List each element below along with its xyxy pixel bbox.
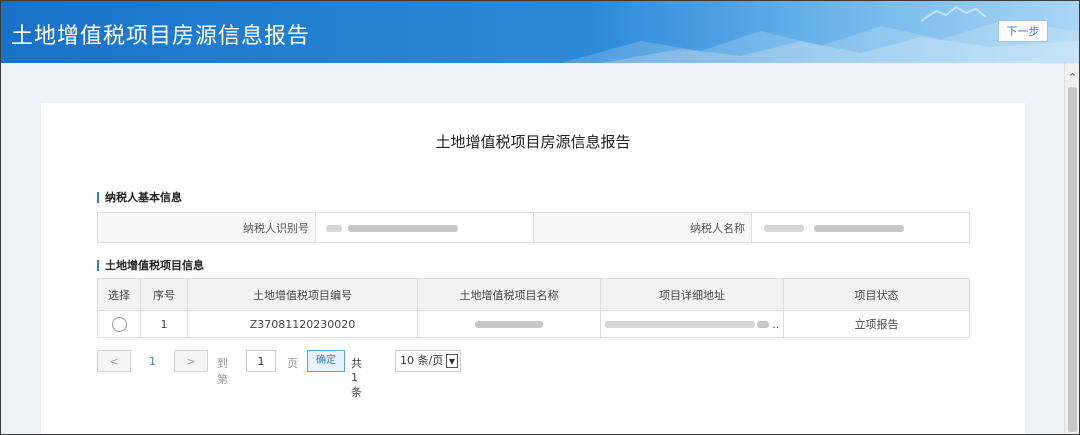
- taxpayer-id-value: [315, 212, 534, 243]
- project-address: ..: [600, 310, 784, 338]
- project-table: 选择 序号 土地增值税项目编号 土地增值税项目名称 项目详细地址 项目状态 1 …: [97, 278, 970, 338]
- vertical-scrollbar[interactable]: ⌃: [1064, 63, 1079, 434]
- column-header: 项目详细地址: [600, 278, 784, 311]
- row-radio[interactable]: [111, 316, 127, 332]
- page-size-select[interactable]: 10 条/页 ▼: [395, 350, 461, 372]
- table-header-row: 选择 序号 土地增值税项目编号 土地增值税项目名称 项目详细地址 项目状态: [97, 278, 970, 311]
- page-size-value: 10 条/页: [400, 354, 444, 367]
- chevron-down-icon[interactable]: ▼: [446, 354, 458, 368]
- prev-page-button[interactable]: <: [97, 350, 131, 372]
- row-index: 1: [140, 310, 188, 338]
- column-header: 土地增值税项目编号: [187, 278, 418, 311]
- table-row[interactable]: 1 Z37081120230020 .. 立项报告: [97, 310, 970, 338]
- report-card: 土地增值税项目房源信息报告 纳税人基本信息 纳税人识别号 纳税人名称 土地增值税…: [41, 103, 1025, 434]
- current-page[interactable]: 1: [149, 355, 156, 368]
- app-window: 土地增值税项目房源信息报告 下一步 ⌃ 土地增值税项目房源信息报告 纳税人基本信…: [0, 0, 1080, 435]
- taxpayer-name-value: [751, 212, 970, 243]
- row-select-cell[interactable]: [97, 310, 141, 338]
- page-unit-label: 页: [287, 357, 298, 370]
- report-title: 土地增值税项目房源信息报告: [435, 133, 631, 151]
- total-count: 共 1 条: [351, 357, 362, 399]
- chevron-up-icon[interactable]: ⌃: [1065, 71, 1079, 84]
- project-status: 立项报告: [783, 310, 970, 338]
- project-section-heading: 土地增值税项目信息: [97, 260, 204, 271]
- project-name: [417, 310, 601, 338]
- taxpayer-section-heading: 纳税人基本信息: [97, 192, 182, 203]
- column-header: 项目状态: [783, 278, 970, 311]
- confirm-button[interactable]: 确定: [307, 350, 345, 372]
- column-header: 土地增值税项目名称: [417, 278, 601, 311]
- scrollbar-thumb[interactable]: [1068, 87, 1077, 432]
- column-header: 选择: [97, 278, 141, 311]
- goto-label: 到第: [217, 357, 228, 386]
- header-banner: 土地增值税项目房源信息报告 下一步: [1, 1, 1079, 63]
- taxpayer-info-table: 纳税人识别号 纳税人名称: [97, 212, 970, 243]
- taxpayer-id-label: 纳税人识别号: [97, 212, 316, 243]
- taxpayer-name-label: 纳税人名称: [533, 212, 752, 243]
- address-ellipsis: ..: [772, 317, 780, 331]
- next-step-button[interactable]: 下一步: [998, 20, 1048, 42]
- column-header: 序号: [140, 278, 188, 311]
- goto-page-input[interactable]: 1: [246, 350, 276, 372]
- next-page-button[interactable]: >: [174, 350, 208, 372]
- page-title: 土地增值税项目房源信息报告: [11, 24, 311, 49]
- project-code: Z37081120230020: [187, 310, 418, 338]
